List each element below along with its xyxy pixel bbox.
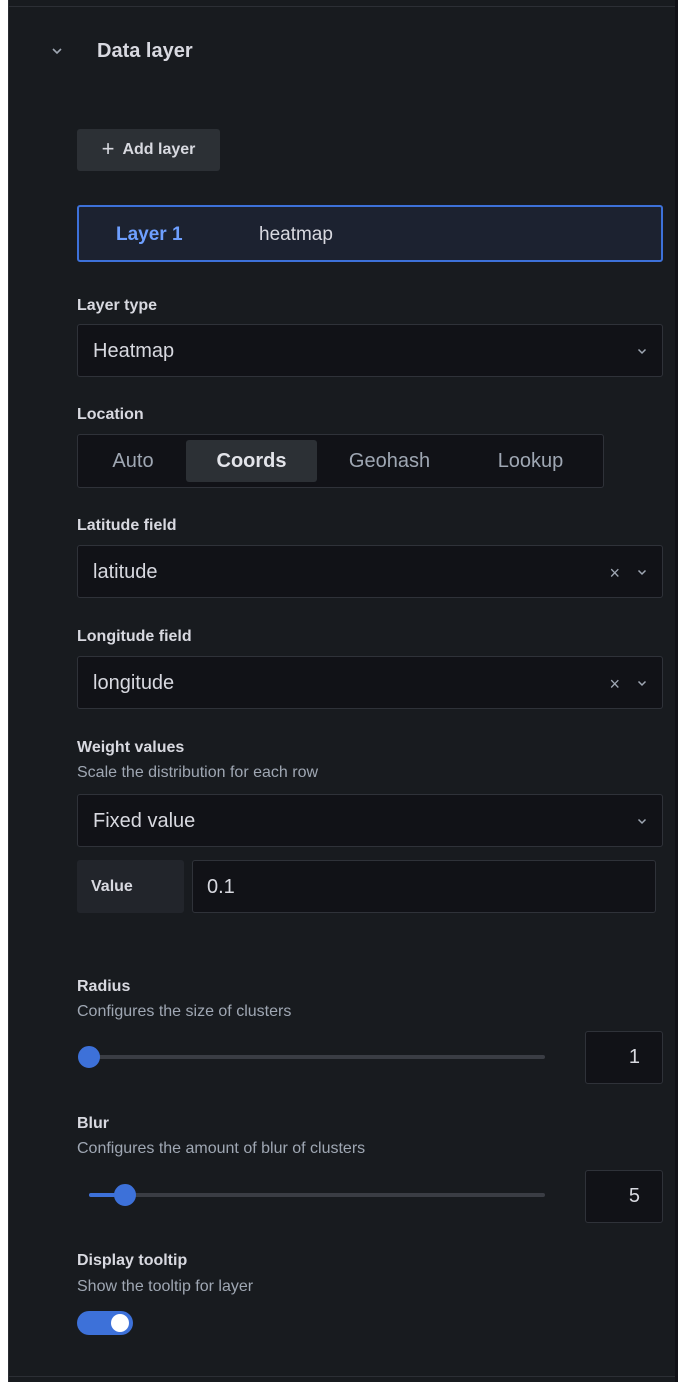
layer-type-select[interactable]: Heatmap — [77, 324, 663, 377]
toggle-knob — [111, 1314, 129, 1332]
layer-type-badge: heatmap — [259, 224, 333, 245]
weight-mode-value: Fixed value — [93, 810, 196, 832]
weight-values-label: Weight values — [77, 739, 185, 756]
location-radio-group: Auto Coords Geohash Lookup — [77, 434, 604, 488]
latitude-field-value: latitude — [93, 561, 158, 583]
blur-slider-track[interactable] — [89, 1193, 545, 1197]
radius-input[interactable]: 1 — [585, 1031, 663, 1084]
weight-value-label: Value — [77, 860, 184, 913]
divider — [9, 1376, 675, 1377]
data-layer-panel: Data layer + Add layer Layer 1 heatmap L… — [8, 0, 678, 1382]
weight-value-text: 0.1 — [207, 876, 235, 898]
close-icon[interactable]: × — [609, 675, 620, 693]
plus-icon: + — [101, 136, 115, 161]
location-option-lookup[interactable]: Lookup — [463, 440, 598, 482]
display-tooltip-label: Display tooltip — [77, 1252, 188, 1269]
radius-label: Radius — [77, 978, 131, 995]
chevron-down-icon — [637, 680, 647, 687]
layer-type-value: Heatmap — [93, 340, 175, 362]
chevron-down-icon — [637, 818, 647, 825]
add-layer-label: Add layer — [122, 141, 196, 158]
layer-name: Layer 1 — [116, 224, 183, 245]
location-option-geohash[interactable]: Geohash — [322, 440, 457, 482]
close-icon[interactable]: × — [609, 564, 620, 582]
section-title[interactable]: Data layer — [97, 40, 193, 63]
location-option-coords[interactable]: Coords — [186, 440, 317, 482]
divider — [9, 6, 678, 7]
radius-slider-track[interactable] — [89, 1055, 545, 1059]
blur-label: Blur — [77, 1115, 109, 1132]
longitude-field-select[interactable]: longitude × — [77, 656, 663, 709]
weight-value-input[interactable]: 0.1 — [192, 860, 656, 913]
blur-slider-handle[interactable] — [114, 1184, 137, 1206]
layer-type-label: Layer type — [77, 297, 158, 314]
weight-values-description: Scale the distribution for each row — [77, 764, 319, 781]
longitude-field-value: longitude — [93, 672, 175, 694]
chevron-down-icon — [637, 348, 647, 355]
layer-list-item[interactable]: Layer 1 heatmap — [77, 205, 663, 262]
latitude-field-label: Latitude field — [77, 517, 177, 534]
chevron-down-icon — [637, 569, 647, 576]
display-tooltip-description: Show the tooltip for layer — [77, 1278, 254, 1295]
radius-slider-handle[interactable] — [78, 1046, 100, 1068]
latitude-field-select[interactable]: latitude × — [77, 545, 663, 598]
location-option-auto[interactable]: Auto — [83, 440, 183, 482]
blur-description: Configures the amount of blur of cluster… — [77, 1140, 366, 1157]
add-layer-button[interactable]: + Add layer — [77, 129, 220, 171]
chevron-down-icon[interactable] — [51, 45, 63, 57]
location-label: Location — [77, 406, 144, 423]
weight-mode-select[interactable]: Fixed value — [77, 794, 663, 847]
longitude-field-label: Longitude field — [77, 628, 192, 645]
radius-description: Configures the size of clusters — [77, 1003, 292, 1020]
blur-input[interactable]: 5 — [585, 1170, 663, 1223]
display-tooltip-toggle[interactable] — [77, 1311, 133, 1335]
